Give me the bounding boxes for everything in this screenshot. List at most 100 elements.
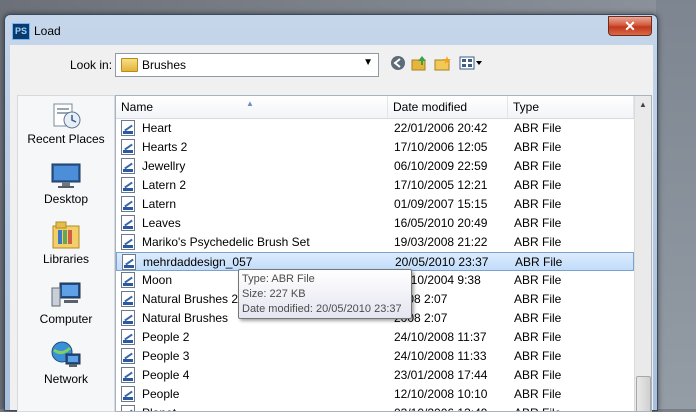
column-header-type[interactable]: Type: [508, 96, 634, 118]
file-name: Jewellry: [142, 159, 186, 173]
file-date-modified: 23/01/2008 17:44: [394, 368, 488, 382]
sort-ascending-icon: ▲: [246, 99, 254, 108]
dialog-body: Look in: Brushes ▼ Recent Places Desktop…: [10, 45, 653, 412]
abr-file-icon: [121, 329, 135, 345]
file-row[interactable]: People 4 23/01/2008 17:44 ABR File: [116, 366, 634, 385]
file-row[interactable]: Latern 2 17/10/2005 12:21 ABR File: [116, 176, 634, 195]
place-recent-places[interactable]: Recent Places: [18, 96, 114, 154]
file-type: ABR File: [514, 292, 562, 306]
look-in-combobox[interactable]: Brushes ▼: [115, 53, 379, 77]
title-bar[interactable]: PS Load ✕: [5, 15, 657, 45]
abr-file-icon: [121, 367, 135, 383]
computer-icon: [50, 280, 82, 310]
file-type: ABR File: [514, 235, 562, 249]
place-desktop[interactable]: Desktop: [18, 156, 114, 214]
file-row[interactable]: Planet 03/10/2006 13:49 ABR File: [116, 404, 634, 411]
new-folder-icon[interactable]: [434, 55, 452, 73]
abr-file-icon: [121, 310, 135, 326]
file-row[interactable]: Heart 22/01/2006 20:42 ABR File: [116, 119, 634, 138]
file-date-modified: 19/03/2008 21:22: [394, 235, 488, 249]
view-menu-icon[interactable]: [458, 55, 484, 73]
look-in-value: Brushes: [142, 58, 187, 72]
abr-file-icon: [121, 215, 135, 231]
file-type: ABR File: [514, 368, 562, 382]
column-header-date[interactable]: Date modified: [388, 96, 508, 118]
place-computer[interactable]: Computer: [18, 276, 114, 334]
tooltip-date: Date modified: 20/05/2010 23:37: [242, 303, 402, 315]
file-type: ABR File: [514, 311, 562, 325]
file-list[interactable]: Name ▲ Date modified Type Heart 22/01/200…: [115, 95, 652, 412]
up-folder-icon[interactable]: [411, 55, 429, 73]
back-arrow-icon[interactable]: [389, 55, 407, 73]
folder-icon: [121, 58, 138, 72]
network-icon: [50, 340, 82, 370]
photoshop-icon: PS: [12, 23, 30, 40]
vertical-scrollbar[interactable]: ▲: [634, 96, 651, 411]
place-label: Computer: [39, 312, 93, 326]
file-type: ABR File: [514, 330, 562, 344]
file-info-tooltip: Type: ABR File Size: 227 KB Date modifie…: [238, 269, 412, 319]
file-date-modified: 22/01/2006 20:42: [394, 121, 488, 135]
place-label: Network: [43, 372, 88, 386]
file-date-modified: 24/10/2008 11:33: [394, 349, 487, 363]
file-name: mehrdaddesign_057: [143, 255, 253, 269]
file-type: ABR File: [514, 273, 562, 287]
file-type: ABR File: [514, 159, 562, 173]
place-libraries[interactable]: Libraries: [18, 216, 114, 274]
tooltip-type: Type: ABR File: [242, 273, 315, 285]
abr-file-icon: [121, 272, 135, 288]
file-date-modified: 03/10/2006 13:49: [394, 406, 487, 411]
column-name-label: Name: [121, 100, 154, 114]
libraries-icon: [50, 220, 82, 250]
file-row[interactable]: Latern 01/09/2007 15:15 ABR File: [116, 195, 634, 214]
file-date-modified: 06/10/2009 22:59: [394, 159, 488, 173]
file-row[interactable]: Hearts 2 17/10/2006 12:05 ABR File: [116, 138, 634, 157]
place-label: Libraries: [42, 252, 90, 266]
file-date-modified: 16/05/2010 20:49: [394, 216, 488, 230]
file-name: People: [142, 387, 180, 401]
file-name: Latern: [142, 197, 177, 211]
scroll-up-arrow-icon[interactable]: ▲: [635, 96, 651, 113]
file-type: ABR File: [514, 406, 561, 411]
column-header-name[interactable]: Name ▲: [116, 96, 388, 118]
close-button[interactable]: ✕: [608, 16, 652, 36]
file-date-modified: 17/10/2006 12:05: [394, 140, 488, 154]
file-row[interactable]: Jewellry 06/10/2009 22:59 ABR File: [116, 157, 634, 176]
look-in-label: Look in:: [70, 58, 113, 72]
file-date-modified: 20/05/2010 23:37: [395, 255, 489, 269]
places-bar: Recent Places Desktop Libraries Computer: [17, 95, 115, 412]
window-title: Load: [34, 24, 61, 38]
column-header-row: Name ▲ Date modified Type: [116, 96, 634, 119]
file-name: People 4: [142, 368, 190, 382]
file-row[interactable]: Leaves 16/05/2010 20:49 ABR File: [116, 214, 634, 233]
abr-file-icon: [121, 291, 135, 307]
chevron-down-icon[interactable]: ▼: [363, 57, 373, 68]
scroll-thumb[interactable]: [636, 376, 651, 411]
file-date-modified: 24/10/2008 11:37: [394, 330, 487, 344]
file-name: Planet: [142, 406, 176, 411]
file-row[interactable]: People 2 24/10/2008 11:37 ABR File: [116, 328, 634, 347]
abr-file-icon: [122, 254, 136, 270]
place-network[interactable]: Network: [18, 336, 114, 394]
file-name: Natural Brushes 2: [142, 292, 239, 306]
file-name: Latern 2: [142, 178, 187, 192]
file-type: ABR File: [514, 121, 562, 135]
abr-file-icon: [121, 348, 135, 364]
file-date-modified: 12/10/2008 10:10: [394, 387, 488, 401]
file-row[interactable]: People 12/10/2008 10:10 ABR File: [116, 385, 634, 404]
file-name: Moon: [142, 273, 173, 287]
file-type: ABR File: [515, 255, 563, 269]
file-date-modified: 01/09/2007 15:15: [394, 197, 488, 211]
file-type: ABR File: [514, 216, 562, 230]
file-type: ABR File: [514, 140, 562, 154]
file-name: People 3: [142, 349, 190, 363]
background-window-edge: [656, 0, 696, 409]
file-row[interactable]: Mariko's Psychedelic Brush Set 19/03/2008…: [116, 233, 634, 252]
file-name: Natural Brushes: [142, 311, 229, 325]
place-label: Recent Places: [27, 132, 105, 146]
file-row[interactable]: People 3 24/10/2008 11:33 ABR File: [116, 347, 634, 366]
file-name: People 2: [142, 330, 190, 344]
recent-places-icon: [50, 100, 82, 130]
place-label: Desktop: [43, 192, 89, 206]
file-name: Mariko's Psychedelic Brush Set: [142, 235, 310, 249]
